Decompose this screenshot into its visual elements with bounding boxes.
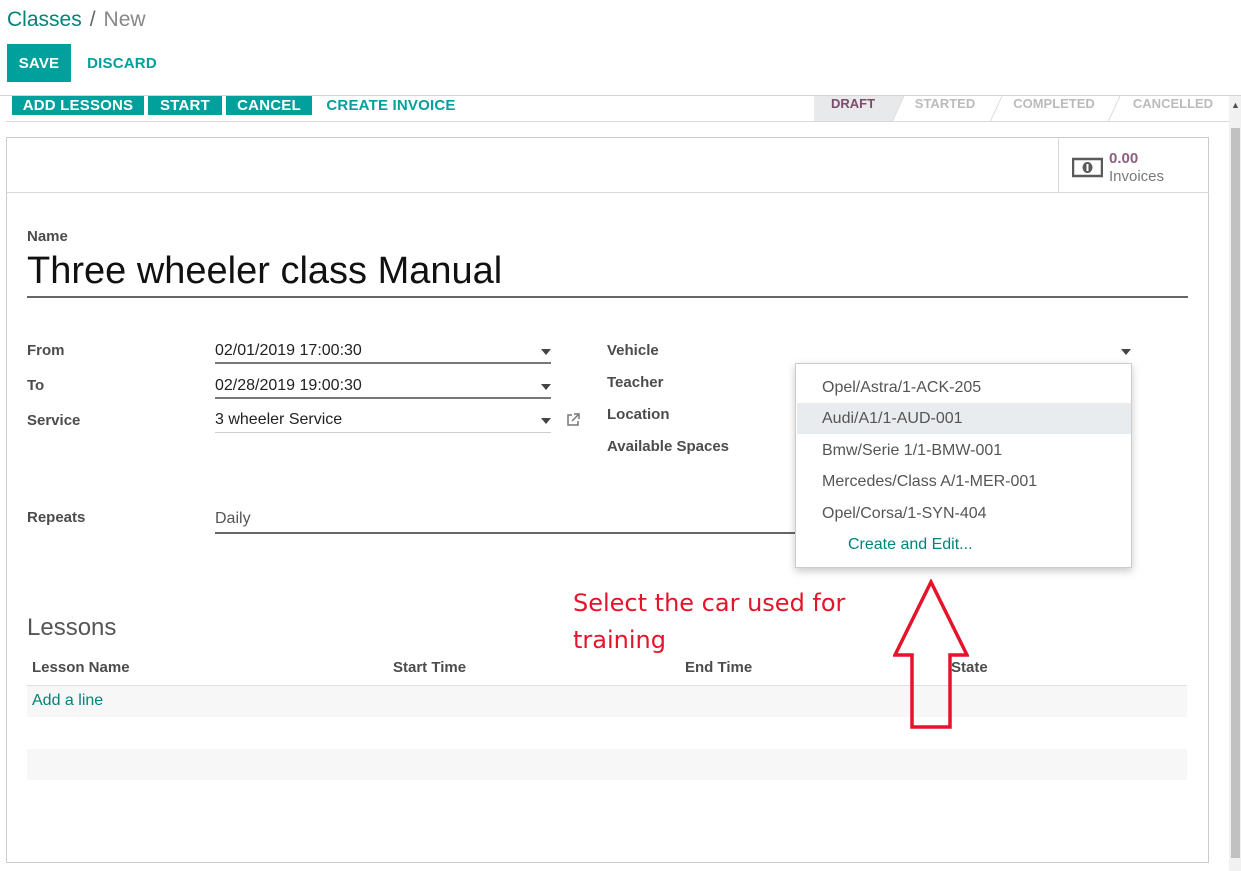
repeats-label: Repeats bbox=[27, 509, 86, 526]
chevron-down-icon[interactable] bbox=[541, 349, 551, 355]
divider bbox=[6, 192, 1209, 193]
lessons-title: Lessons bbox=[27, 614, 117, 641]
service-field[interactable]: 3 wheeler Service bbox=[215, 411, 551, 433]
stage-draft[interactable]: DRAFT bbox=[814, 96, 892, 121]
column-end-time[interactable]: End Time bbox=[685, 659, 752, 676]
save-button[interactable]: SAVE bbox=[7, 44, 71, 82]
column-start-time[interactable]: Start Time bbox=[393, 659, 466, 676]
breadcrumb-separator: / bbox=[89, 8, 96, 31]
breadcrumb: Classes / New bbox=[7, 8, 146, 32]
scrollbar-thumb[interactable] bbox=[1231, 128, 1240, 858]
available-spaces-label: Available Spaces bbox=[607, 438, 730, 455]
annotation-text: Select the car used for training bbox=[573, 589, 846, 654]
invoices-total: 0.00 bbox=[1109, 150, 1139, 167]
invoices-label: Invoices bbox=[1109, 168, 1165, 185]
to-label: To bbox=[27, 377, 45, 394]
location-label: Location bbox=[607, 406, 670, 423]
vehicle-option[interactable]: Opel/Astra/1-ACK-205 bbox=[797, 372, 1131, 403]
external-link-icon[interactable] bbox=[565, 412, 581, 428]
repeats-select[interactable]: Daily bbox=[215, 510, 805, 534]
vehicle-label: Vehicle bbox=[607, 342, 659, 359]
breadcrumb-current: New bbox=[103, 8, 146, 31]
from-datetime-field[interactable]: 02/01/2019 17:00:30 bbox=[215, 342, 551, 364]
chevron-down-icon[interactable] bbox=[1121, 349, 1131, 355]
to-datetime-value: 02/28/2019 19:00:30 bbox=[215, 377, 362, 394]
stage-separator-icon bbox=[990, 96, 1002, 121]
column-lesson-name[interactable]: Lesson Name bbox=[32, 659, 130, 676]
name-input[interactable]: Three wheeler class Manual bbox=[27, 250, 1188, 298]
vehicle-option[interactable]: Bmw/Serie 1/1-BMW-001 bbox=[797, 435, 1131, 466]
stage-completed[interactable]: COMPLETED bbox=[1002, 96, 1106, 121]
stage-started[interactable]: STARTED bbox=[902, 96, 988, 121]
table-row bbox=[27, 749, 1187, 780]
money-icon bbox=[1072, 157, 1103, 178]
from-datetime-value: 02/01/2019 17:00:30 bbox=[215, 342, 362, 359]
vehicle-option[interactable]: Mercedes/Class A/1-MER-001 bbox=[797, 466, 1131, 497]
create-and-edit-option[interactable]: Create and Edit... bbox=[797, 529, 1131, 560]
service-label: Service bbox=[27, 412, 81, 429]
scroll-up-icon[interactable]: ▲ bbox=[1230, 100, 1241, 116]
form-statusbar: ADD LESSONS START CANCEL CREATE INVOICE … bbox=[6, 96, 1229, 122]
add-lessons-button[interactable]: ADD LESSONS bbox=[12, 96, 144, 115]
chevron-down-icon[interactable] bbox=[541, 418, 551, 424]
breadcrumb-classes-link[interactable]: Classes bbox=[7, 8, 82, 32]
discard-button[interactable]: DISCARD bbox=[86, 44, 158, 82]
service-value: 3 wheeler Service bbox=[215, 411, 343, 428]
to-datetime-field[interactable]: 02/28/2019 19:00:30 bbox=[215, 377, 551, 399]
add-a-line-link[interactable]: Add a line bbox=[32, 692, 103, 710]
name-label: Name bbox=[27, 228, 68, 245]
vehicle-option[interactable]: Opel/Corsa/1-SYN-404 bbox=[797, 498, 1131, 529]
start-button[interactable]: START bbox=[148, 96, 222, 115]
stage-cancelled[interactable]: CANCELLED bbox=[1119, 96, 1227, 121]
chevron-down-icon[interactable] bbox=[541, 384, 551, 390]
create-invoice-button[interactable]: CREATE INVOICE bbox=[320, 96, 462, 115]
vehicle-option[interactable]: Audi/A1/1-AUD-001 bbox=[797, 403, 1131, 434]
up-arrow-icon bbox=[893, 579, 969, 729]
table-row bbox=[27, 686, 1187, 717]
from-label: From bbox=[27, 342, 65, 359]
vehicle-dropdown: Opel/Astra/1-ACK-205 Audi/A1/1-AUD-001 B… bbox=[795, 363, 1132, 568]
cancel-button[interactable]: CANCEL bbox=[226, 96, 312, 115]
teacher-label: Teacher bbox=[607, 374, 664, 391]
